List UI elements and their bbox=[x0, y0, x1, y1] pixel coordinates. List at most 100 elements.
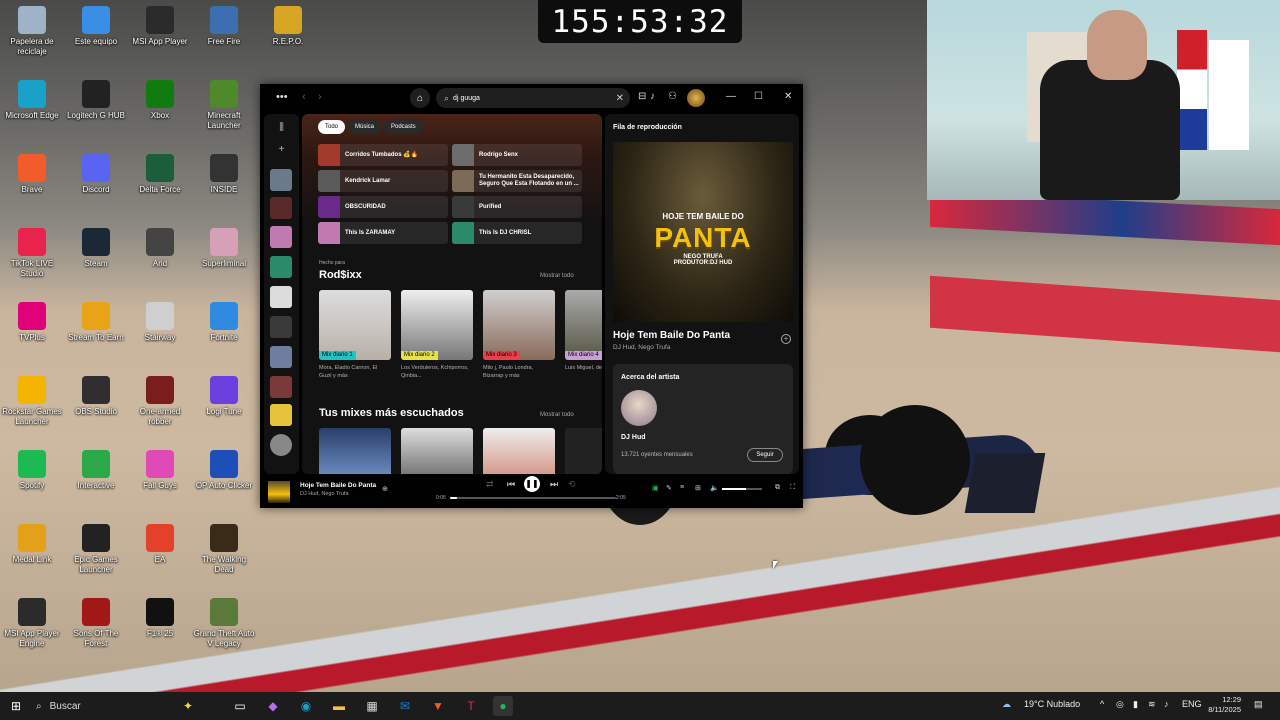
library-item[interactable] bbox=[270, 316, 292, 338]
add-icon[interactable]: + bbox=[264, 144, 299, 155]
desktop-icon[interactable]: Sons Of The Forest bbox=[64, 598, 128, 649]
clear-search-icon[interactable]: ✕ bbox=[616, 93, 624, 104]
menu-dots-icon[interactable]: ••• bbox=[276, 91, 288, 103]
desktop-icon[interactable]: MSI App Player bbox=[128, 6, 192, 47]
track-title[interactable]: Hoje Tem Baile Do Panta bbox=[613, 330, 730, 341]
previous-icon[interactable]: ⏮ bbox=[507, 479, 515, 490]
spotify-icon[interactable]: ● bbox=[493, 696, 513, 716]
daily-mix-card[interactable]: Mix diario 2 Los Verduleros, Kchiporros, … bbox=[401, 290, 473, 380]
library-item[interactable] bbox=[270, 286, 292, 308]
desktop-icon[interactable]: TikTok LIVE Studio bbox=[0, 228, 64, 279]
maximize-icon[interactable]: ☐ bbox=[754, 91, 763, 102]
desktop-icon[interactable]: Fortnite bbox=[192, 302, 256, 343]
desktop-icon[interactable]: Steam bbox=[64, 228, 128, 269]
desktop-icon[interactable]: F1® 25 bbox=[128, 598, 192, 639]
add-check-icon[interactable]: ⊕ bbox=[382, 485, 388, 493]
desktop-icon[interactable]: Epic Games Launcher bbox=[64, 524, 128, 575]
minimize-icon[interactable]: — bbox=[726, 91, 736, 102]
shortcut-tile[interactable]: This Is DJ CHRISL bbox=[452, 222, 582, 244]
daily-mix-card[interactable]: Mix diario 1 Mora, Eladio Carrion, El Guz… bbox=[319, 290, 391, 380]
library-item[interactable] bbox=[270, 226, 292, 248]
task-view-icon[interactable]: ▭ bbox=[230, 696, 250, 716]
lyrics-icon[interactable]: ✎ bbox=[666, 484, 672, 492]
chip-all[interactable]: Todo bbox=[318, 120, 346, 134]
top-mix-card[interactable] bbox=[401, 428, 473, 474]
player-artists[interactable]: DJ Hud, Nego Trufa bbox=[300, 491, 349, 497]
desktop-icon[interactable]: TVPlus bbox=[0, 302, 64, 343]
chip-music[interactable]: Música bbox=[348, 120, 382, 134]
top-mixes-title[interactable]: Tus mixes más escuchados bbox=[319, 407, 464, 419]
track-artists[interactable]: DJ Hud, Nego Trufa bbox=[613, 344, 670, 351]
desktop-icon[interactable]: OP Auto Clicker bbox=[192, 450, 256, 491]
mic-icon[interactable]: ▮ bbox=[1133, 699, 1138, 710]
add-to-library-icon[interactable]: + bbox=[781, 334, 791, 344]
desktop-icon[interactable]: Medal Link bbox=[0, 524, 64, 565]
weather-icon[interactable]: ☁ bbox=[1002, 699, 1011, 710]
shortcut-tile[interactable]: Kendrick Lamar bbox=[318, 170, 448, 192]
shortcut-tile[interactable]: Rodrigo Senx bbox=[452, 144, 582, 166]
top-mix-card[interactable] bbox=[319, 428, 391, 474]
pause-button[interactable]: ❚❚ bbox=[524, 476, 540, 492]
home-button[interactable]: ⌂ bbox=[410, 88, 430, 108]
desktop-icon[interactable]: Brave bbox=[0, 154, 64, 195]
made-for-title[interactable]: Rod$ixx bbox=[319, 269, 362, 281]
desktop-icon[interactable]: Grand Theft Auto V Legacy bbox=[192, 598, 256, 649]
daily-mix-card[interactable]: Mix diario 4 Luis Miguel, de Van Gogh bbox=[565, 290, 602, 372]
shortcut-tile[interactable]: Purified bbox=[452, 196, 582, 218]
edge-icon[interactable]: ◉ bbox=[296, 696, 316, 716]
shortcut-tile[interactable]: Corridos Tumbados 💰🔥 bbox=[318, 144, 448, 166]
desktop-icon[interactable]: Free Fire bbox=[192, 6, 256, 47]
copilot-icon[interactable]: ◆ bbox=[263, 696, 283, 716]
shortcut-tile[interactable]: Tu Hermanito Esta Desaparecido, Seguro Q… bbox=[452, 170, 582, 192]
copilot-sparkle-icon[interactable]: ✦ bbox=[178, 696, 198, 716]
desktop-icon[interactable]: One-armed robber bbox=[128, 376, 192, 427]
volume-slider[interactable] bbox=[722, 488, 762, 490]
show-all-link[interactable]: Mostrar todo bbox=[540, 412, 574, 418]
desktop-icon[interactable]: Logitech G HUB bbox=[64, 80, 128, 121]
follow-button[interactable]: Seguir bbox=[747, 448, 783, 462]
library-item[interactable] bbox=[270, 197, 292, 219]
notification-icon[interactable]: ▤ bbox=[1254, 699, 1263, 710]
desktop-icon[interactable]: The Walking Dead bbox=[192, 524, 256, 575]
speaker-icon[interactable]: ♪ bbox=[1164, 699, 1169, 709]
tray-chevron-icon[interactable]: ^ bbox=[1100, 699, 1104, 709]
desktop-icon[interactable]: Delta Force bbox=[128, 154, 192, 195]
artist-name[interactable]: DJ Hud bbox=[621, 434, 646, 441]
close-icon[interactable]: ✕ bbox=[784, 91, 792, 102]
shuffle-icon[interactable]: ⇄ bbox=[486, 479, 494, 490]
taskbar-clock[interactable]: 12:29 8/11/2025 bbox=[1195, 695, 1241, 715]
volume-icon[interactable]: 🔈 bbox=[710, 484, 719, 492]
desktop-icon[interactable]: Microsoft Edge bbox=[0, 80, 64, 121]
chip-podcasts[interactable]: Podcasts bbox=[384, 120, 423, 134]
desktop-icon[interactable]: Rockstar Games Launcher bbox=[0, 376, 64, 427]
tvplus-icon[interactable]: T bbox=[461, 696, 481, 716]
shortcut-tile[interactable]: OBSCURIDAD bbox=[318, 196, 448, 218]
fullscreen-icon[interactable]: ⛶ bbox=[790, 484, 795, 492]
show-all-link[interactable]: Mostrar todo bbox=[540, 273, 574, 279]
desktop-icon[interactable]: MSI App Player Engine bbox=[0, 598, 64, 649]
desktop-icon[interactable]: Xbox bbox=[128, 80, 192, 121]
store-icon[interactable]: ▦ bbox=[362, 696, 382, 716]
outlook-icon[interactable]: ✉ bbox=[395, 696, 415, 716]
desktop-icon[interactable]: Arid bbox=[128, 228, 192, 269]
wifi-icon[interactable]: ≋ bbox=[1148, 699, 1156, 710]
progress-bar[interactable] bbox=[450, 497, 616, 499]
profile-avatar[interactable] bbox=[687, 89, 705, 107]
weather-text[interactable]: 19°C Nublado bbox=[1024, 699, 1080, 709]
notifications-icon[interactable]: ♪ bbox=[650, 91, 655, 102]
library-icon[interactable]: ⫼ bbox=[264, 122, 299, 133]
brave-icon[interactable]: ▼ bbox=[428, 696, 448, 716]
desktop-icon[interactable]: Minecraft Launcher bbox=[192, 80, 256, 131]
search-input[interactable]: ⌕ dj guuga ✕ bbox=[436, 88, 630, 108]
back-icon[interactable]: ‹ bbox=[302, 91, 306, 103]
desktop-icon[interactable]: Superliminal bbox=[192, 228, 256, 269]
library-item[interactable] bbox=[270, 169, 292, 191]
desktop-icon[interactable]: Spotify bbox=[0, 450, 64, 491]
repeat-icon[interactable]: ⟲ bbox=[568, 479, 576, 490]
artist-avatar[interactable] bbox=[621, 390, 657, 426]
network-icon[interactable]: ◎ bbox=[1116, 699, 1124, 710]
daily-mix-card[interactable]: Mix diario 3 Milo j, Paulo Londra, Bizarr… bbox=[483, 290, 555, 380]
file-explorer-icon[interactable]: ▬ bbox=[329, 696, 349, 716]
desktop-icon[interactable]: Este equipo bbox=[64, 6, 128, 47]
desktop-icon[interactable]: INSIDE bbox=[192, 154, 256, 195]
